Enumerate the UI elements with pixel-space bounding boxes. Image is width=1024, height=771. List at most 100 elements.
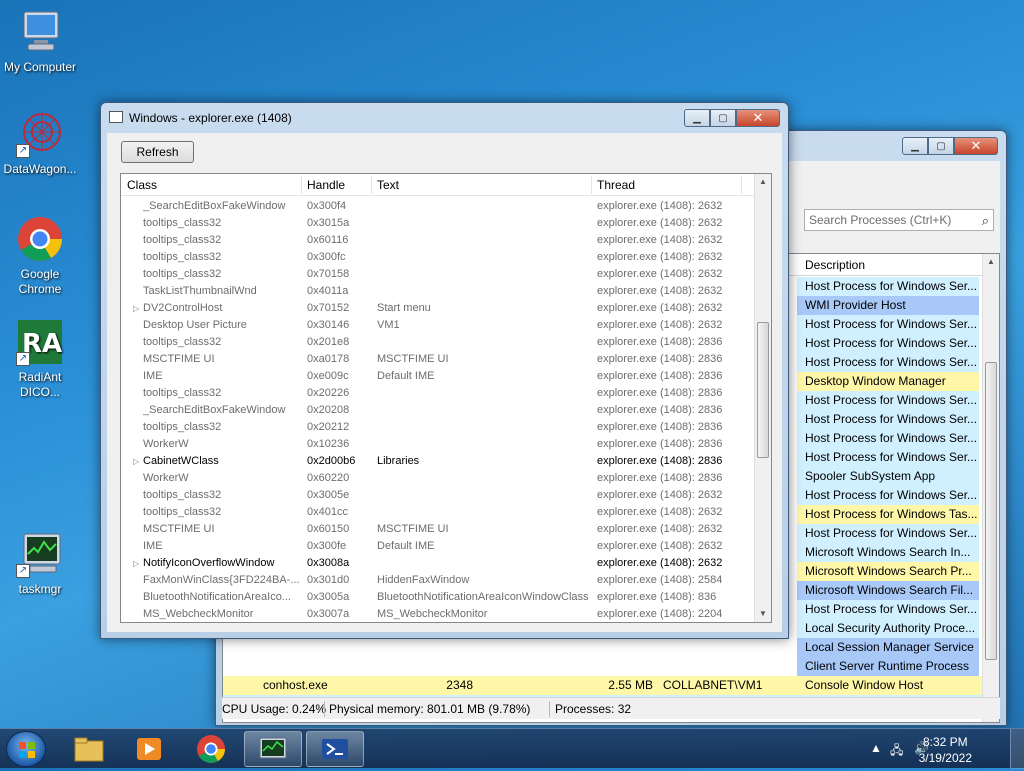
window-class: MSCTFIME UI — [143, 523, 215, 535]
search-input[interactable]: Search Processes (Ctrl+K) ⌕ — [804, 209, 994, 231]
table-row[interactable]: tooltips_class32 0x60116 explorer.exe (140… — [121, 232, 754, 249]
start-button[interactable] — [6, 731, 46, 767]
minimize-button[interactable]: ▁ — [902, 137, 928, 155]
show-hidden-icons-icon[interactable]: ▲ — [870, 741, 882, 755]
table-row[interactable]: MS_WebcheckMonitor 0x3007a MS_WebcheckMoni… — [121, 606, 754, 622]
window-class: tooltips_class32 — [143, 489, 222, 501]
window-handle: 0x3015a — [307, 217, 350, 229]
table-row[interactable]: tooltips_class32 0x401cc explorer.exe (140… — [121, 504, 754, 521]
process-name: conhost.exe — [263, 678, 328, 692]
minimize-button[interactable]: ▁ — [684, 109, 710, 127]
scroll-up-arrow-icon[interactable]: ▲ — [983, 254, 999, 270]
table-row[interactable]: MSCTFIME UI 0xa0178 MSCTFIME UI explorer.ex… — [121, 351, 754, 368]
refresh-button[interactable]: Refresh — [121, 141, 194, 163]
desktop-icon-my-computer[interactable]: My Computer — [0, 8, 80, 75]
window-thread: explorer.exe (1408): 2632 — [597, 523, 723, 535]
desktop-icon-datawagon[interactable]: ↗ DataWagon... — [0, 110, 80, 177]
desktop-icon-taskmgr[interactable]: ↗ taskmgr — [0, 530, 80, 597]
window-thread: explorer.exe (1408): 2836 — [597, 353, 723, 365]
window-class: WorkerW — [143, 472, 189, 484]
desktop-icon-radiant[interactable]: RA ↗ RadiAnt DICO... — [0, 318, 80, 400]
process-description: Host Process for Windows Ser... — [797, 391, 979, 410]
taskbar-process-hacker-button[interactable] — [244, 731, 302, 767]
table-row[interactable]: WorkerW 0x10236 explorer.exe (1408): 2836 — [121, 436, 754, 453]
table-row[interactable]: BluetoothNotificationAreaIco... 0x3005a Bl… — [121, 589, 754, 606]
table-row[interactable]: tooltips_class32 0x20212 explorer.exe (140… — [121, 419, 754, 436]
expand-arrow-icon[interactable]: ▷ — [133, 555, 139, 572]
window-text: Libraries — [377, 455, 420, 467]
window-list-scrollbar[interactable]: ▲ ▼ — [754, 174, 771, 622]
scroll-down-arrow-icon[interactable]: ▼ — [755, 606, 771, 622]
window-handle: 0x10236 — [307, 438, 350, 450]
table-row[interactable]: TaskListThumbnailWnd 0x4011a explorer.exe … — [121, 283, 754, 300]
table-row[interactable]: Desktop User Picture 0x30146 VM1 explorer.e… — [121, 317, 754, 334]
window-class: MSCTFIME UI — [143, 353, 215, 365]
table-row[interactable]: tooltips_class32 0x201e8 explorer.exe (140… — [121, 334, 754, 351]
window-handle: 0x4011a — [307, 285, 349, 297]
window-thread: explorer.exe (1408): 2632 — [597, 506, 723, 518]
chrome-icon — [197, 735, 225, 763]
desktop-icon-google-chrome[interactable]: Google Chrome — [0, 215, 80, 297]
table-row[interactable]: IME 0xe009c Default IME explorer.exe (1408)… — [121, 368, 754, 385]
table-row[interactable]: conhost.exe 2348 2.55 MB COLLABNET\VM1 Conso… — [223, 676, 983, 695]
show-desktop-button[interactable] — [1010, 729, 1024, 769]
close-button[interactable]: ✕ — [736, 109, 780, 127]
column-header-text[interactable]: Text — [377, 178, 399, 192]
expand-arrow-icon[interactable]: ▷ — [133, 300, 139, 317]
window-class: tooltips_class32 — [143, 268, 222, 280]
scrollbar-thumb[interactable] — [985, 362, 997, 660]
scrollbar-thumb[interactable] — [757, 322, 769, 458]
process-list-scrollbar[interactable]: ▲ ▼ — [982, 254, 999, 722]
table-row[interactable]: Client Server Runtime Process — [223, 657, 983, 676]
chrome-icon — [16, 215, 64, 263]
column-header-class[interactable]: Class — [127, 178, 157, 192]
table-row[interactable]: WorkerW 0x60220 explorer.exe (1408): 2836 — [121, 470, 754, 487]
window-thread: explorer.exe (1408): 836 — [597, 591, 717, 603]
window-class: _SearchEditBoxFakeWindow — [143, 404, 286, 416]
taskbar-chrome-button[interactable] — [182, 731, 240, 767]
table-row[interactable]: tooltips_class32 0x300fc explorer.exe (140… — [121, 249, 754, 266]
table-row[interactable]: _SearchEditBoxFakeWindow 0x20208 explorer.… — [121, 402, 754, 419]
window-handle: 0x3005a — [307, 591, 350, 603]
table-row[interactable]: FaxMonWinClass{3FD224BA-... 0x301d0 Hidden… — [121, 572, 754, 589]
table-row[interactable]: tooltips_class32 0x3005e explorer.exe (140… — [121, 487, 754, 504]
table-row[interactable]: _SearchEditBoxFakeWindow 0x300f4 explorer.… — [121, 198, 754, 215]
table-row[interactable]: tooltips_class32 0x3015a explorer.exe (140… — [121, 215, 754, 232]
search-icon[interactable]: ⌕ — [982, 213, 989, 229]
scroll-up-arrow-icon[interactable]: ▲ — [755, 174, 771, 190]
window-thread: explorer.exe (1408): 2204 — [597, 608, 723, 620]
table-row[interactable]: ▷ NotifyIconOverflowWindow 0x3008a explorer… — [121, 555, 754, 572]
process-user: COLLABNET\VM1 — [663, 678, 763, 692]
table-row[interactable]: tooltips_class32 0x20226 explorer.exe (140… — [121, 385, 754, 402]
table-row[interactable]: ▷ DV2ControlHost 0x70152 Start menu explorer… — [121, 300, 754, 317]
window-handle: 0x3008a — [307, 557, 350, 569]
table-row[interactable]: IME 0x300fe Default IME explorer.exe (1408)… — [121, 538, 754, 555]
window-titlebar[interactable]: Windows - explorer.exe (1408) ▁ ▢ ✕ — [101, 103, 788, 133]
window-text: BluetoothNotificationAreaIconWindowClass — [377, 591, 589, 603]
system-clock[interactable]: 8:32 PM 3/19/2022 — [919, 734, 972, 766]
desktop-icon-label: Google Chrome — [18, 267, 62, 296]
maximize-button[interactable]: ▢ — [928, 137, 954, 155]
window-class: IME — [143, 370, 163, 382]
expand-arrow-icon[interactable]: ▷ — [133, 453, 139, 470]
window-thread: explorer.exe (1408): 2836 — [597, 438, 723, 450]
table-row[interactable]: ▷ CabinetWClass 0x2d00b6 Libraries explorer.… — [121, 453, 754, 470]
table-row[interactable]: MSCTFIME UI 0x60150 MSCTFIME UI explorer.ex… — [121, 521, 754, 538]
close-button[interactable]: ✕ — [954, 137, 998, 155]
table-row[interactable]: tooltips_class32 0x70158 explorer.exe (140… — [121, 266, 754, 283]
taskbar-powershell-button[interactable] — [306, 731, 364, 767]
window-class: IME — [143, 540, 163, 552]
window-text: MS_WebcheckMonitor — [377, 608, 488, 620]
column-header-description[interactable]: Description — [805, 258, 865, 272]
taskbar-explorer-button[interactable] — [60, 731, 118, 767]
column-header-thread[interactable]: Thread — [597, 178, 635, 192]
window-class: tooltips_class32 — [143, 234, 222, 246]
desktop-icon-label: My Computer — [3, 60, 77, 74]
taskbar-media-player-button[interactable] — [120, 731, 178, 767]
maximize-button[interactable]: ▢ — [710, 109, 736, 127]
network-icon[interactable]: 🖧 — [890, 741, 903, 762]
window-thread: explorer.exe (1408): 2836 — [597, 370, 723, 382]
column-header-handle[interactable]: Handle — [307, 178, 345, 192]
window-handle: 0x301d0 — [307, 574, 350, 586]
table-row[interactable]: Local Session Manager Service — [223, 638, 983, 657]
